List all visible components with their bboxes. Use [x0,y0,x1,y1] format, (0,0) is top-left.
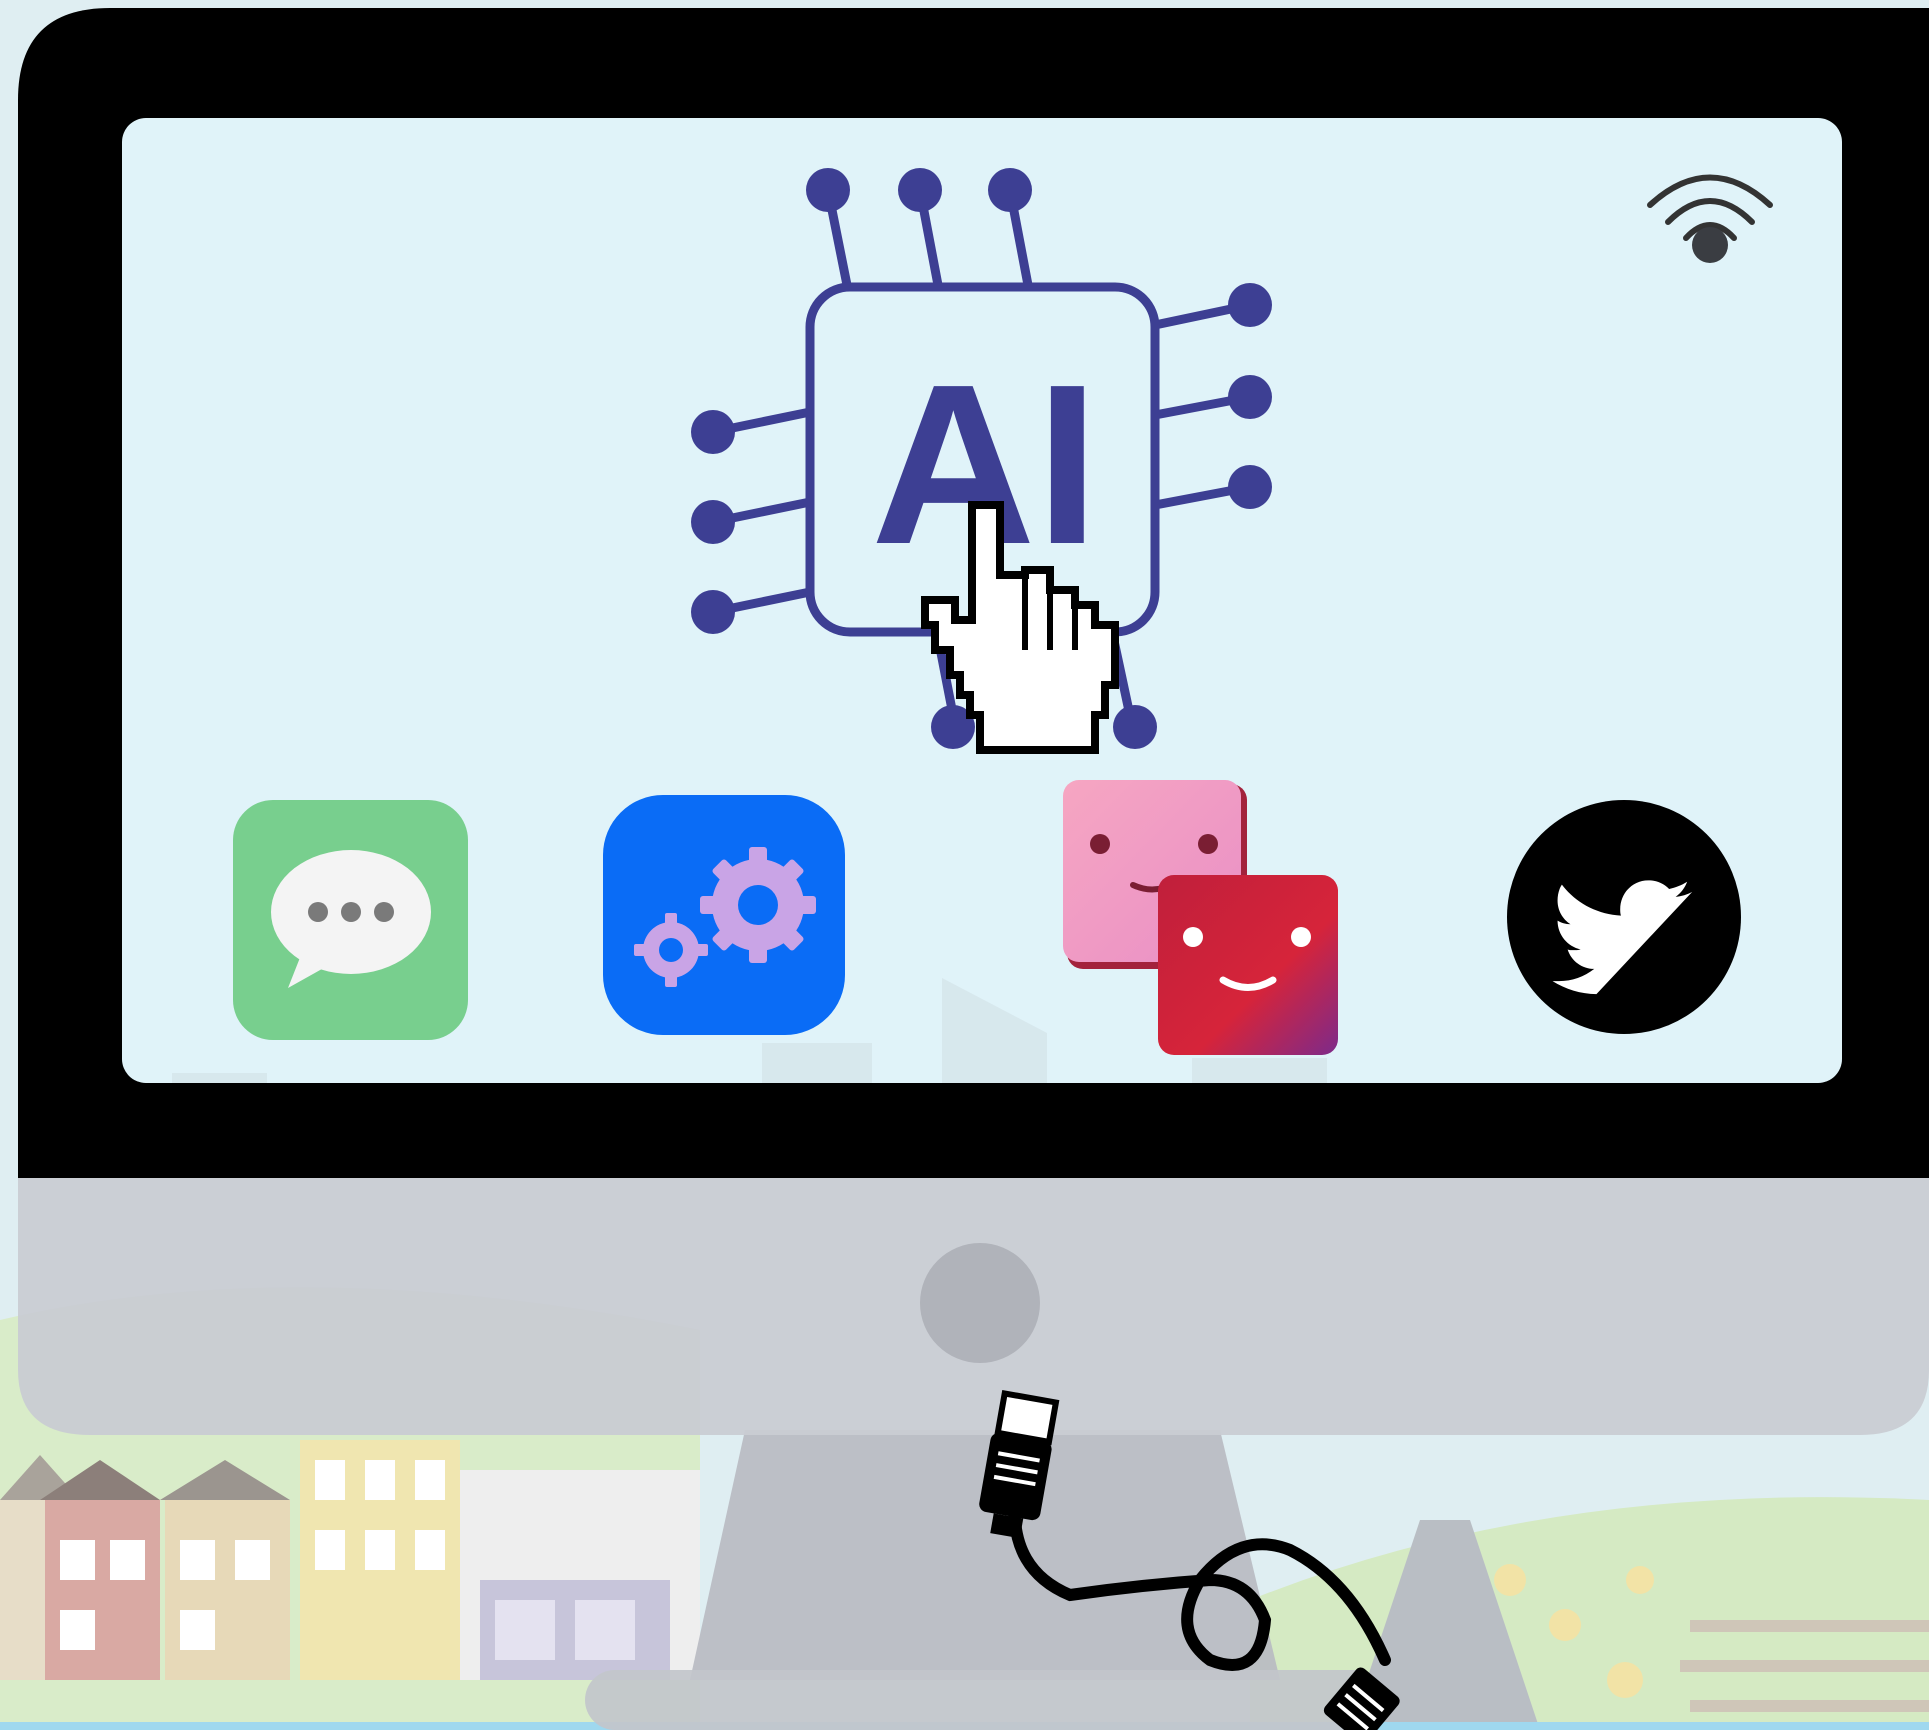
monitor-logo [920,1243,1040,1363]
friends-app-button[interactable] [1063,780,1338,1055]
hand-pointer-cursor-icon [921,501,1119,754]
settings-app-button[interactable] [603,795,845,1035]
settings-gears-icon [603,795,845,1035]
messages-app-button[interactable] [233,800,468,1040]
wifi-icon[interactable] [1640,160,1780,270]
messages-icon [233,800,468,1040]
twitter-app-button[interactable] [1507,800,1742,1035]
desktop-scene: AI [0,0,1929,1730]
friends-faces-icon [1063,780,1338,1055]
twitter-bird-icon [1507,800,1741,1034]
ethernet-cable-icon [979,1389,1400,1730]
